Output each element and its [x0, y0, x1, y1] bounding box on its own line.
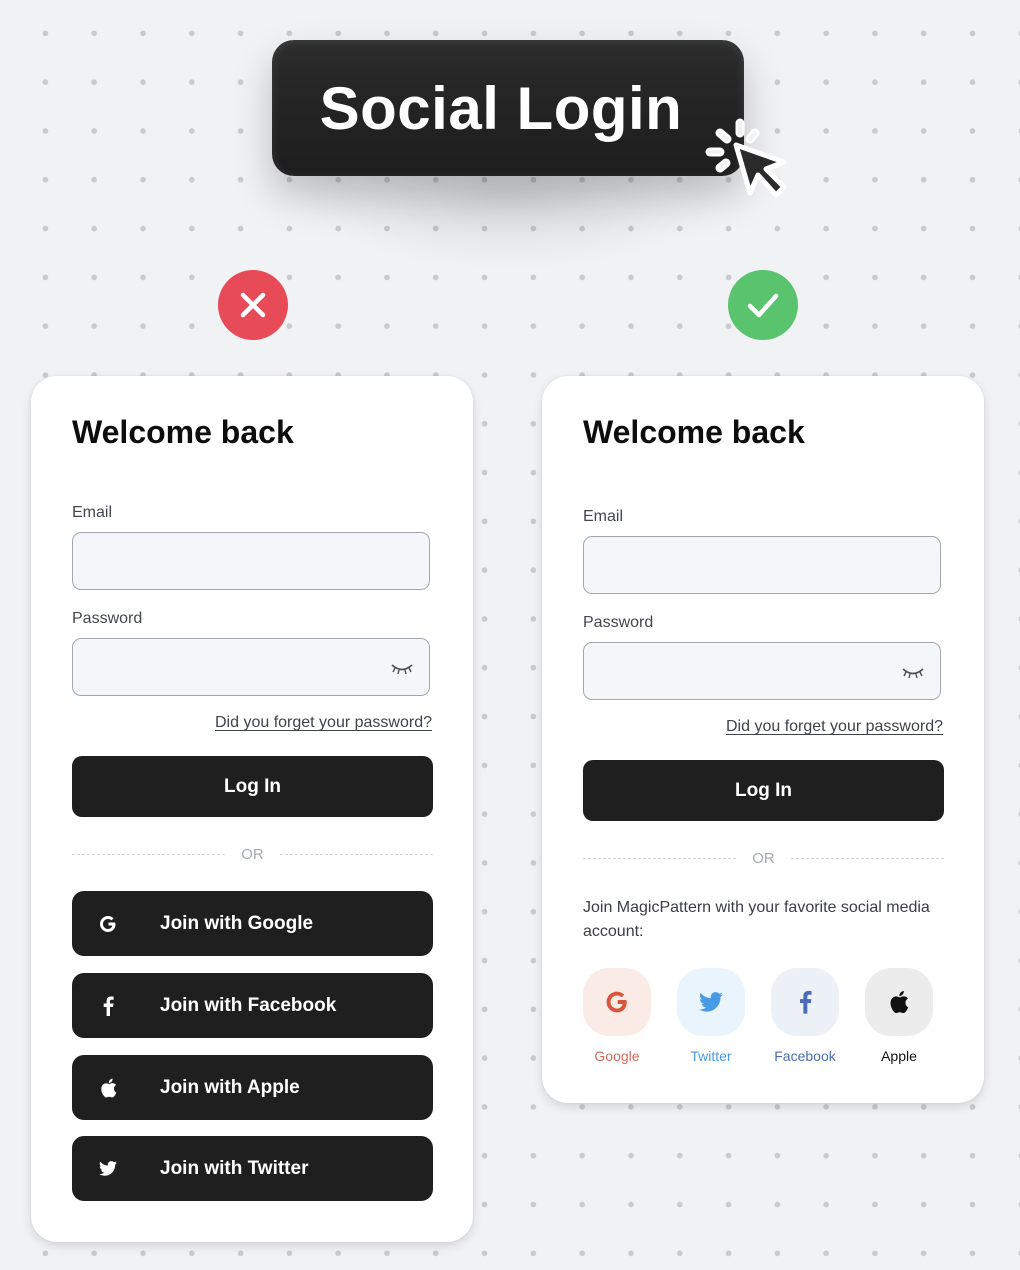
check-icon: [747, 293, 779, 318]
join-with-apple-label: Join with Apple: [160, 1076, 300, 1098]
good-example-badge: [728, 270, 798, 340]
email-input[interactable]: [72, 532, 430, 590]
login-button[interactable]: Log In: [583, 760, 944, 821]
facebook-tile-button[interactable]: Facebook: [771, 968, 839, 1064]
eye-closed-icon[interactable]: [390, 662, 414, 676]
apple-tile-label: Apple: [881, 1048, 917, 1064]
password-label: Password: [583, 614, 654, 631]
join-with-google-button[interactable]: Join with Google: [72, 891, 433, 956]
password-input[interactable]: [583, 642, 941, 700]
twitter-icon: [72, 1161, 144, 1176]
divider-text: OR: [752, 849, 775, 867]
twitter-tile-label: Twitter: [690, 1048, 732, 1064]
hero-banner: Social Login: [272, 40, 744, 176]
forgot-password-link[interactable]: Did you forget your password?: [726, 718, 943, 736]
card-title: Welcome back: [72, 414, 294, 450]
forgot-password-link[interactable]: Did you forget your password?: [215, 714, 432, 732]
bad-example-login-card: Welcome back Email Password Did you forg…: [31, 376, 473, 1242]
x-icon: [240, 292, 266, 318]
password-input[interactable]: [72, 638, 430, 696]
join-with-google-label: Join with Google: [160, 912, 314, 934]
google-tile-button[interactable]: Google: [583, 968, 651, 1064]
google-icon: [72, 914, 144, 934]
facebook-icon: [72, 996, 144, 1016]
twitter-icon[interactable]: [677, 968, 745, 1036]
google-tile-label: Google: [594, 1048, 640, 1064]
facebook-tile-label: Facebook: [774, 1048, 836, 1064]
email-label: Email: [72, 504, 113, 521]
or-divider: OR: [72, 844, 433, 864]
cursor-click-icon: [705, 118, 787, 198]
good-example-login-card: Welcome back Email Password Did you forg…: [542, 376, 984, 1103]
bad-example-badge: [218, 270, 288, 340]
join-with-facebook-button[interactable]: Join with Facebook: [72, 973, 433, 1038]
or-divider: OR: [583, 848, 944, 868]
twitter-tile-button[interactable]: Twitter: [677, 968, 745, 1064]
facebook-icon[interactable]: [771, 968, 839, 1036]
hero-title: Social Login: [319, 74, 683, 142]
apple-icon[interactable]: [865, 968, 933, 1036]
eye-closed-icon[interactable]: [901, 666, 925, 680]
join-with-apple-button[interactable]: Join with Apple: [72, 1055, 433, 1120]
password-label: Password: [72, 610, 143, 627]
apple-tile-button[interactable]: Apple: [865, 968, 933, 1064]
apple-icon: [72, 1078, 144, 1098]
divider-text: OR: [241, 845, 264, 863]
email-label: Email: [583, 508, 624, 525]
join-with-facebook-label: Join with Facebook: [160, 994, 337, 1016]
email-input[interactable]: [583, 536, 941, 594]
join-with-twitter-label: Join with Twitter: [160, 1157, 309, 1179]
card-title: Welcome back: [583, 414, 805, 450]
login-button[interactable]: Log In: [72, 756, 433, 817]
google-icon[interactable]: [583, 968, 651, 1036]
social-prompt-text: Join MagicPattern with your favorite soc…: [583, 899, 930, 940]
join-with-twitter-button[interactable]: Join with Twitter: [72, 1136, 433, 1201]
